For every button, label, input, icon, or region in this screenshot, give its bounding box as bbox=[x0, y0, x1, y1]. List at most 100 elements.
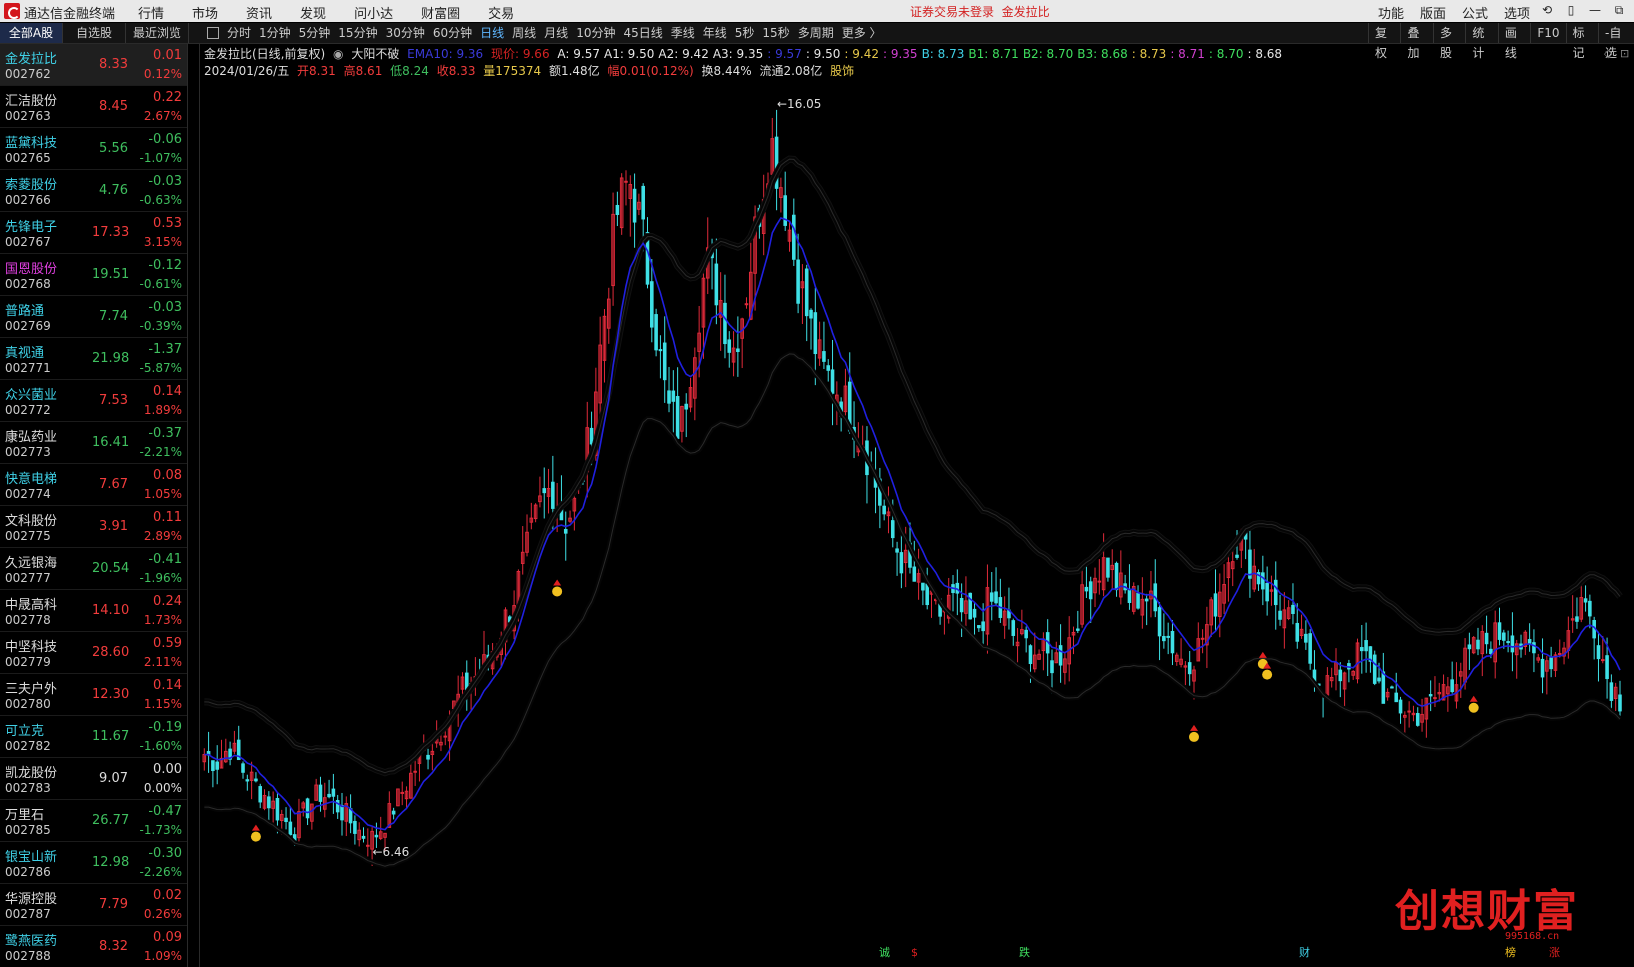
phone-icon[interactable]: ▯ bbox=[1559, 3, 1583, 18]
stock-row[interactable]: 快意电梯 002774 7.67 0.08 1.05% bbox=[0, 464, 187, 506]
period-16[interactable]: 更多 〉 bbox=[842, 23, 882, 43]
candle-body bbox=[374, 834, 379, 838]
candle-body bbox=[989, 592, 994, 602]
period-1[interactable]: 1分钟 bbox=[259, 23, 291, 43]
indicator-name[interactable]: 大阳不破 bbox=[351, 47, 399, 61]
chart-tool-4[interactable]: 画线 bbox=[1497, 23, 1530, 60]
right-menu-item-3[interactable]: 选项 bbox=[1504, 3, 1530, 22]
stock-row[interactable]: 华源控股 002787 7.79 0.02 0.26% bbox=[0, 884, 187, 926]
list-tab-0[interactable]: 全部A股 bbox=[0, 23, 63, 43]
candle-body bbox=[1600, 659, 1605, 662]
period-6[interactable]: 日线 bbox=[480, 23, 504, 43]
stock-pct: 2.67% bbox=[143, 109, 182, 123]
candle-body bbox=[267, 796, 271, 809]
candle-body bbox=[275, 798, 280, 821]
stock-name: 国恩股份 bbox=[5, 262, 58, 277]
candle-body bbox=[1532, 642, 1536, 654]
period-2[interactable]: 5分钟 bbox=[299, 23, 331, 43]
stock-row[interactable]: 国恩股份 002768 19.51 -0.12 -0.61% bbox=[0, 254, 187, 296]
stock-row[interactable]: 三夫户外 002780 12.30 0.14 1.15% bbox=[0, 674, 187, 716]
candlestick-chart[interactable]: ←16.05 ←6.46 诚 $ 跌 财 榜 涨 bbox=[199, 80, 1634, 960]
bar-open: 开8.31 bbox=[297, 64, 336, 78]
chart-tool-5[interactable]: F10 bbox=[1530, 23, 1565, 43]
stock-row[interactable]: 金发拉比 002762 8.33 0.01 0.12% bbox=[0, 44, 187, 86]
period-8[interactable]: 月线 bbox=[544, 23, 568, 43]
period-9[interactable]: 10分钟 bbox=[576, 23, 615, 43]
candle-body bbox=[632, 188, 637, 223]
stock-price: 7.53 bbox=[99, 393, 128, 408]
menu-item-2[interactable]: 资讯 bbox=[246, 3, 272, 22]
chart-tool-7[interactable]: -自选 bbox=[1597, 23, 1634, 60]
chart-tool-0[interactable]: 复权 bbox=[1368, 23, 1400, 60]
candle-body bbox=[1295, 622, 1300, 642]
close-panel-icon[interactable]: ⊡ bbox=[1620, 47, 1629, 60]
stock-row[interactable]: 真视通 002771 21.98 -1.37 -5.87% bbox=[0, 338, 187, 380]
expand-icon[interactable]: ◇ bbox=[1604, 47, 1612, 60]
stock-row[interactable]: 先锋电子 002767 17.33 0.53 3.15% bbox=[0, 212, 187, 254]
login-warning[interactable]: 证券交易未登录 金发拉比 bbox=[910, 3, 1050, 20]
chart-tool-1[interactable]: 叠加 bbox=[1400, 23, 1432, 60]
stock-row[interactable]: 中坚科技 002779 28.60 0.59 2.11% bbox=[0, 632, 187, 674]
menu-item-5[interactable]: 财富圈 bbox=[421, 3, 460, 22]
menu-item-0[interactable]: 行情 bbox=[138, 3, 164, 22]
refresh-icon[interactable]: ⟲ bbox=[1535, 3, 1559, 18]
stock-row[interactable]: 凯龙股份 002783 9.07 0.00 0.00% bbox=[0, 758, 187, 800]
stock-row[interactable]: 中晟高科 002778 14.10 0.24 1.73% bbox=[0, 590, 187, 632]
right-menu-item-2[interactable]: 公式 bbox=[1462, 3, 1488, 22]
stock-row[interactable]: 汇洁股份 002763 8.45 0.22 2.67% bbox=[0, 86, 187, 128]
candle-body bbox=[1338, 669, 1343, 682]
right-menu-item-1[interactable]: 版面 bbox=[1420, 3, 1446, 22]
stock-price: 7.74 bbox=[99, 309, 128, 324]
indicator-value-0: A: 9.57 bbox=[557, 47, 600, 61]
panel-toggle-icon[interactable] bbox=[207, 27, 219, 39]
chart-tool-3[interactable]: 统计 bbox=[1465, 23, 1497, 60]
restore-icon[interactable]: ⧉ bbox=[1607, 3, 1631, 18]
stock-code: 002785 bbox=[5, 823, 51, 837]
period-5[interactable]: 60分钟 bbox=[433, 23, 472, 43]
indicator-toggle-icon[interactable]: ◉ bbox=[333, 47, 343, 61]
candle-body bbox=[1372, 654, 1377, 684]
period-13[interactable]: 5秒 bbox=[735, 23, 755, 43]
bar-extra[interactable]: 股饰 bbox=[830, 64, 854, 78]
minimize-icon[interactable]: — bbox=[1583, 3, 1607, 18]
period-15[interactable]: 多周期 bbox=[798, 23, 834, 43]
stock-change: 0.11 bbox=[153, 510, 182, 525]
menu-item-6[interactable]: 交易 bbox=[488, 3, 514, 22]
period-12[interactable]: 年线 bbox=[703, 23, 727, 43]
period-3[interactable]: 15分钟 bbox=[338, 23, 377, 43]
stock-code: 002772 bbox=[5, 403, 51, 417]
stock-row[interactable]: 鹭燕医药 002788 8.32 0.09 1.09% bbox=[0, 926, 187, 967]
period-11[interactable]: 季线 bbox=[671, 23, 695, 43]
list-tab-2[interactable]: 最近浏览 bbox=[126, 23, 189, 43]
period-0[interactable]: 分时 bbox=[227, 23, 251, 43]
stock-row[interactable]: 万里石 002785 26.77 -0.47 -1.73% bbox=[0, 800, 187, 842]
period-10[interactable]: 45日线 bbox=[623, 23, 662, 43]
stock-name: 康弘药业 bbox=[5, 430, 58, 445]
stock-row[interactable]: 可立克 002782 11.67 -0.19 -1.60% bbox=[0, 716, 187, 758]
stock-row[interactable]: 康弘药业 002773 16.41 -0.37 -2.21% bbox=[0, 422, 187, 464]
upper-band-edge bbox=[204, 158, 1621, 774]
candle-body bbox=[822, 351, 826, 362]
menu-item-1[interactable]: 市场 bbox=[192, 3, 218, 22]
right-menu-item-0[interactable]: 功能 bbox=[1378, 3, 1404, 22]
stock-row[interactable]: 久远银海 002777 20.54 -0.41 -1.96% bbox=[0, 548, 187, 590]
chart-tool-6[interactable]: 标记 bbox=[1565, 23, 1598, 60]
menu-item-4[interactable]: 问小达 bbox=[354, 3, 393, 22]
signal-label: 诚 bbox=[879, 946, 890, 959]
stock-row[interactable]: 众兴菌业 002772 7.53 0.14 1.89% bbox=[0, 380, 187, 422]
stock-row[interactable]: 索菱股份 002766 4.76 -0.03 -0.63% bbox=[0, 170, 187, 212]
stock-row[interactable]: 银宝山新 002786 12.98 -0.30 -2.26% bbox=[0, 842, 187, 884]
candle-body bbox=[826, 365, 831, 371]
stock-row[interactable]: 普路通 002769 7.74 -0.03 -0.39% bbox=[0, 296, 187, 338]
menu-item-3[interactable]: 发现 bbox=[300, 3, 326, 22]
candle-body bbox=[921, 582, 925, 591]
list-tab-1[interactable]: 自选股 bbox=[63, 23, 126, 43]
stock-change: 0.01 bbox=[153, 48, 182, 63]
stock-row[interactable]: 文科股份 002775 3.91 0.11 2.89% bbox=[0, 506, 187, 548]
chart-tool-2[interactable]: 多股 bbox=[1432, 23, 1465, 60]
period-4[interactable]: 30分钟 bbox=[386, 23, 425, 43]
period-14[interactable]: 15秒 bbox=[762, 23, 789, 43]
stock-row[interactable]: 蓝黛科技 002765 5.56 -0.06 -1.07% bbox=[0, 128, 187, 170]
period-7[interactable]: 周线 bbox=[512, 23, 536, 43]
stock-code: 002779 bbox=[5, 655, 51, 669]
